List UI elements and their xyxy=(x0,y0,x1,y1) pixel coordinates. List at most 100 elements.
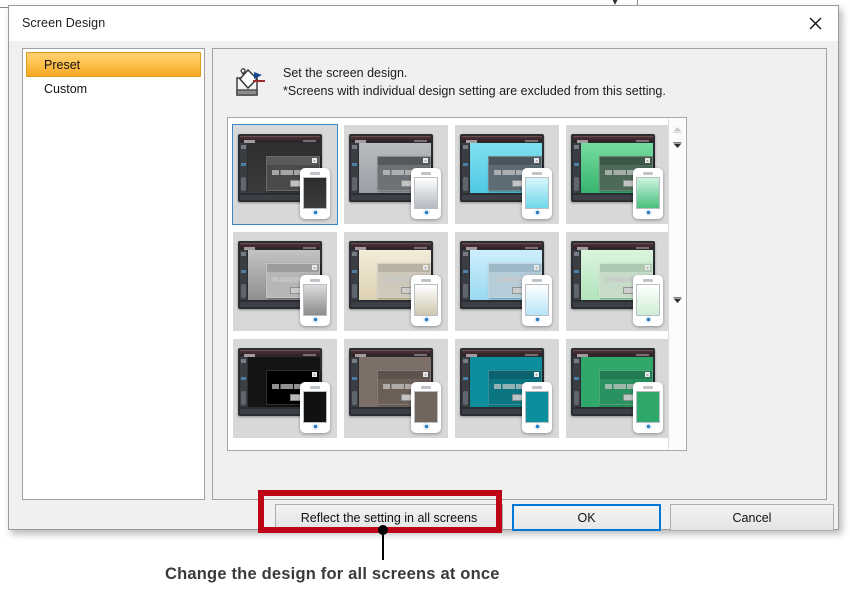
thumbnail-design-dark-charcoal[interactable]: × xyxy=(232,124,338,225)
phone-speaker xyxy=(532,386,542,389)
cancel-button[interactable]: Cancel xyxy=(670,504,834,531)
phone-speaker xyxy=(532,279,542,282)
thumbnail-design-emerald-green[interactable]: × xyxy=(565,124,671,225)
monitor-side-item xyxy=(241,163,246,166)
close-icon: × xyxy=(645,265,650,270)
dialog-title: Screen Design xyxy=(22,16,106,30)
phone-graphic xyxy=(522,382,552,433)
thumbnail-preview: × xyxy=(344,232,448,331)
thumbnail-preview: × xyxy=(344,339,448,438)
phone-home-button xyxy=(644,316,652,323)
preview-dialog-titlebar: × xyxy=(267,264,319,272)
monitor-side-item xyxy=(352,177,357,191)
phone-speaker xyxy=(532,172,542,175)
category-list[interactable]: Preset Custom xyxy=(22,48,205,500)
phone-screen xyxy=(414,284,438,316)
monitor-side-item xyxy=(352,391,357,405)
monitor-side-item xyxy=(241,252,246,256)
phone-graphic xyxy=(411,168,441,219)
design-thumbnail-list[interactable]: × × × × × × × × × × × × xyxy=(227,117,687,451)
info-line-1: Set the screen design. xyxy=(283,66,408,80)
preview-dialog-titlebar: × xyxy=(378,371,430,379)
phone-graphic xyxy=(522,168,552,219)
phone-home-button xyxy=(311,423,319,430)
phone-home-button xyxy=(533,423,541,430)
thumbnail-design-sky-cyan[interactable]: × xyxy=(454,124,560,225)
thumbnail-design-warm-brown[interactable]: × xyxy=(343,338,449,439)
monitor-side-item xyxy=(463,359,468,363)
preview-dialog-titlebar: × xyxy=(600,264,652,272)
thumbnail-design-pale-blue[interactable]: × xyxy=(454,231,560,332)
phone-graphic xyxy=(633,168,663,219)
monitor-side-item xyxy=(241,145,246,149)
monitor-side-item xyxy=(352,377,357,380)
monitor-side-bar xyxy=(351,357,358,407)
monitor-top-right xyxy=(414,354,427,356)
monitor-top-right xyxy=(303,140,316,142)
phone-home-button xyxy=(644,209,652,216)
phone-screen xyxy=(303,284,327,316)
monitor-side-bar xyxy=(240,143,247,193)
monitor-side-bar xyxy=(240,250,247,300)
phone-screen xyxy=(636,177,660,209)
phone-graphic xyxy=(411,382,441,433)
phone-screen xyxy=(636,391,660,423)
sidebar-item-custom[interactable]: Custom xyxy=(26,77,201,102)
phone-speaker xyxy=(310,172,320,175)
phone-speaker xyxy=(643,386,653,389)
phone-screen xyxy=(303,391,327,423)
phone-screen xyxy=(414,177,438,209)
close-icon: × xyxy=(423,158,428,163)
monitor-side-item xyxy=(574,145,579,149)
phone-speaker xyxy=(643,172,653,175)
monitor-top-right xyxy=(525,140,538,142)
ok-button[interactable]: OK xyxy=(512,504,661,531)
scroll-up-arrow-icon[interactable] xyxy=(669,121,686,138)
monitor-side-item xyxy=(241,177,246,191)
reflect-setting-button[interactable]: Reflect the setting in all screens xyxy=(275,504,503,531)
monitor-top-right xyxy=(303,354,316,356)
thumbnail-design-silver-gray[interactable]: × xyxy=(343,124,449,225)
preview-dialog-titlebar: × xyxy=(489,371,541,379)
monitor-side-item xyxy=(352,163,357,166)
phone-screen xyxy=(525,284,549,316)
monitor-side-item xyxy=(352,359,357,363)
thumbnail-design-teal[interactable]: × xyxy=(454,338,560,439)
phone-screen xyxy=(525,391,549,423)
close-icon: × xyxy=(423,372,428,377)
scroll-down-arrow-icon[interactable] xyxy=(669,137,686,154)
thumbnail-design-cream-beige[interactable]: × xyxy=(343,231,449,332)
monitor-top-right xyxy=(525,247,538,249)
monitor-topbar xyxy=(573,350,653,357)
scroll-down-arrow-icon[interactable] xyxy=(669,292,686,309)
phone-graphic xyxy=(633,382,663,433)
close-icon: × xyxy=(645,372,650,377)
phone-graphic xyxy=(300,275,330,326)
monitor-side-item xyxy=(463,270,468,273)
monitor-side-item xyxy=(241,284,246,298)
ok-label: OK xyxy=(577,510,596,525)
sidebar-item-preset[interactable]: Preset xyxy=(26,52,201,77)
thumbnail-design-pale-green[interactable]: × xyxy=(565,231,671,332)
monitor-side-item xyxy=(574,377,579,380)
thumbnail-preview: × xyxy=(233,125,337,224)
screen-design-dialog: Screen Design Preset Custom Set the scre… xyxy=(8,5,839,531)
monitor-side-bar xyxy=(573,357,580,407)
monitor-side-item xyxy=(463,377,468,380)
monitor-top-right xyxy=(303,247,316,249)
sidebar-item-label: Preset xyxy=(44,58,81,72)
thumbnail-design-neutral-gray[interactable]: × xyxy=(232,231,338,332)
preview-dialog-titlebar: × xyxy=(600,371,652,379)
monitor-topbar xyxy=(240,350,320,357)
close-icon: × xyxy=(423,265,428,270)
monitor-top-right xyxy=(636,247,649,249)
phone-speaker xyxy=(421,172,431,175)
close-icon[interactable] xyxy=(793,6,838,40)
phone-home-button xyxy=(422,209,430,216)
monitor-topbar xyxy=(573,136,653,143)
thumbnail-preview: × xyxy=(233,339,337,438)
thumbnail-design-jade-green[interactable]: × xyxy=(565,338,671,439)
thumbnail-design-black[interactable]: × xyxy=(232,338,338,439)
phone-graphic xyxy=(522,275,552,326)
thumbnail-scrollbar[interactable] xyxy=(668,119,685,449)
